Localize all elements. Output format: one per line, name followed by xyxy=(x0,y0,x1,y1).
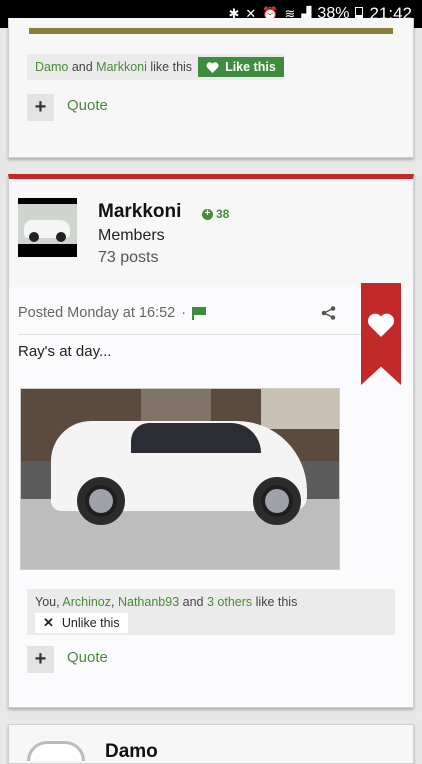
close-icon: ✕ xyxy=(43,615,54,630)
post-image[interactable] xyxy=(20,388,340,570)
unlike-button[interactable]: ✕ Unlike this xyxy=(35,613,128,633)
liker-link[interactable]: Damo xyxy=(35,60,68,74)
like-summary: Damo and Markkoni like this Like this xyxy=(27,54,284,80)
others-link[interactable]: 3 others xyxy=(207,595,252,609)
reputation-badge: + 38 xyxy=(202,207,229,221)
like-summary: You, Archinoz, Nathanb93 and 3 others li… xyxy=(27,589,395,635)
divider xyxy=(18,334,363,335)
liker-link[interactable]: Nathanb93 xyxy=(118,595,179,609)
quote-link[interactable]: Quote xyxy=(67,649,108,666)
previous-post-image-edge xyxy=(29,28,393,34)
heart-icon xyxy=(206,61,219,73)
share-icon[interactable] xyxy=(321,306,336,320)
post-date: Posted Monday at 16:52 · xyxy=(18,305,207,321)
post-content: Ray's at day... xyxy=(18,343,112,360)
multiquote-button[interactable]: + xyxy=(27,646,54,673)
heart-icon xyxy=(367,313,395,337)
avatar[interactable] xyxy=(27,741,85,761)
post-card: Markkoni + 38 Members 73 posts Posted Mo… xyxy=(8,174,414,708)
post-count: 73 posts xyxy=(98,249,159,266)
plus-circle-icon: + xyxy=(202,208,213,220)
member-group: Members xyxy=(98,227,165,244)
post-author-name[interactable]: Markkoni xyxy=(98,201,181,223)
post-author-name[interactable]: Damo xyxy=(105,741,158,763)
previous-post-card: Damo and Markkoni like this Like this + … xyxy=(8,18,414,158)
liker-link[interactable]: Archinoz xyxy=(62,595,111,609)
report-flag-icon[interactable] xyxy=(192,307,207,320)
quote-link[interactable]: Quote xyxy=(67,97,108,114)
next-post-card: Damo xyxy=(8,724,414,764)
multiquote-button[interactable]: + xyxy=(27,94,54,121)
avatar[interactable] xyxy=(18,198,77,257)
like-button[interactable]: Like this xyxy=(198,57,284,77)
liker-link[interactable]: Markkoni xyxy=(96,60,147,74)
